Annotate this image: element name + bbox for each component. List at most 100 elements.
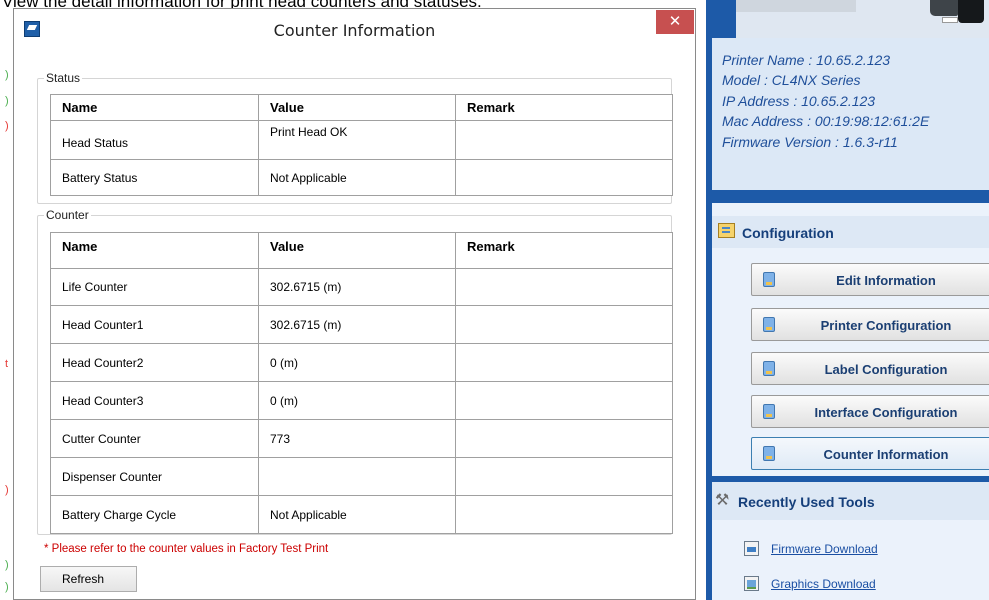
nav-button-label: Printer Configuration xyxy=(820,318,952,333)
edge-mark: ) xyxy=(5,69,9,81)
status-table: Name Value Remark Head Status Print Head… xyxy=(50,94,673,196)
tools-title: Recently Used Tools xyxy=(738,494,875,510)
cell-name: Cutter Counter xyxy=(50,419,259,458)
edge-mark: ) xyxy=(5,581,9,593)
document-icon xyxy=(763,317,775,332)
cell-name: Head Counter2 xyxy=(50,343,259,382)
counter-header-row: Name Value Remark xyxy=(50,232,673,269)
configuration-header: Configuration xyxy=(712,216,989,248)
printer-body-dark xyxy=(958,0,984,23)
edge-mark: t xyxy=(5,358,9,370)
printer-image xyxy=(736,0,989,38)
cell-name: Head Status xyxy=(50,120,259,160)
mac-address: Mac Address : 00:19:98:12:61:2E xyxy=(722,113,930,129)
sidebar: Printer Name : 10.65.2.123 Model : CL4NX… xyxy=(706,0,989,600)
nav-button-label: Edit Information xyxy=(836,273,936,288)
firmware-download-link[interactable]: Firmware Download xyxy=(771,542,878,556)
document-icon xyxy=(763,404,775,419)
column-header-name: Name xyxy=(50,232,259,269)
firmware-version: Firmware Version : 1.6.3-r11 xyxy=(722,134,898,150)
cell-name: Dispenser Counter xyxy=(50,457,259,496)
document-icon xyxy=(763,446,775,461)
close-button[interactable]: ✕ xyxy=(656,10,694,34)
printer-image-background xyxy=(736,0,856,12)
printer-label-sticker xyxy=(942,17,958,23)
table-row[interactable]: Dispenser Counter xyxy=(50,457,673,496)
cell-remark xyxy=(455,268,673,306)
configuration-title: Configuration xyxy=(742,225,834,241)
printer-name: Printer Name : 10.65.2.123 xyxy=(722,52,891,68)
factory-test-print-note: * Please refer to the counter values in … xyxy=(44,543,329,555)
nav-button-label: Interface Configuration xyxy=(814,405,958,420)
counter-information-button[interactable]: Counter Information xyxy=(751,437,989,470)
dialog-title: Counter Information xyxy=(273,21,436,40)
cell-name: Life Counter xyxy=(50,268,259,306)
cell-remark xyxy=(455,305,673,344)
configuration-icon xyxy=(718,223,735,238)
graphics-download-icon xyxy=(744,576,759,591)
cell-remark xyxy=(455,419,673,458)
counter-group-label: Counter xyxy=(46,208,89,222)
cell-name: Battery Status xyxy=(50,159,259,196)
edge-mark: ) xyxy=(5,559,9,571)
table-row[interactable]: Head Counter3 0 (m) xyxy=(50,381,673,420)
edge-mark: ) xyxy=(5,95,9,107)
firmware-download-icon xyxy=(744,541,759,556)
cell-value: 0 (m) xyxy=(258,381,456,420)
table-row[interactable]: Cutter Counter 773 xyxy=(50,419,673,458)
refresh-button[interactable]: Refresh xyxy=(40,566,137,592)
document-icon xyxy=(763,272,775,287)
cell-remark xyxy=(455,343,673,382)
column-header-value: Value xyxy=(258,94,456,121)
status-header-row: Name Value Remark xyxy=(50,94,673,121)
cell-remark xyxy=(455,120,673,160)
cell-value: 302.6715 (m) xyxy=(258,305,456,344)
table-row[interactable]: Head Counter1 302.6715 (m) xyxy=(50,305,673,344)
graphics-download-link[interactable]: Graphics Download xyxy=(771,577,876,591)
cell-value: Not Applicable xyxy=(258,159,456,196)
edit-information-button[interactable]: Edit Information xyxy=(751,263,989,296)
edge-mark: ) xyxy=(5,120,9,132)
counter-information-dialog: Counter Information ✕ Status Name Value … xyxy=(13,8,696,600)
ip-address: IP Address : 10.65.2.123 xyxy=(722,93,876,109)
cell-value xyxy=(258,457,456,496)
label-configuration-button[interactable]: Label Configuration xyxy=(751,352,989,385)
table-row[interactable]: Battery Status Not Applicable xyxy=(50,159,673,196)
column-header-remark: Remark xyxy=(455,94,673,121)
column-header-value: Value xyxy=(258,232,456,269)
cell-value: 0 (m) xyxy=(258,343,456,382)
printer-model: Model : CL4NX Series xyxy=(722,72,861,88)
interface-configuration-button[interactable]: Interface Configuration xyxy=(751,395,989,428)
edge-mark: ) xyxy=(5,484,9,496)
cell-value: 773 xyxy=(258,419,456,458)
nav-button-label: Label Configuration xyxy=(824,362,948,377)
dialog-titlebar[interactable]: Counter Information ✕ xyxy=(14,9,695,47)
column-header-name: Name xyxy=(50,94,259,121)
printer-body xyxy=(930,0,958,16)
cell-name: Head Counter1 xyxy=(50,305,259,344)
cell-value: 302.6715 (m) xyxy=(258,268,456,306)
table-row[interactable]: Head Status Print Head OK xyxy=(50,120,673,160)
table-row[interactable]: Battery Charge Cycle Not Applicable xyxy=(50,495,673,534)
screenshot: View the detail information for print he… xyxy=(0,0,989,600)
column-header-remark: Remark xyxy=(455,232,673,269)
cell-remark xyxy=(455,457,673,496)
cell-name: Battery Charge Cycle xyxy=(50,495,259,534)
cell-value: Not Applicable xyxy=(258,495,456,534)
cell-remark xyxy=(455,159,673,196)
table-row[interactable]: Head Counter2 0 (m) xyxy=(50,343,673,382)
cell-remark xyxy=(455,381,673,420)
status-group-label: Status xyxy=(46,71,81,85)
tools-icon: ⚒ xyxy=(715,490,730,509)
tools-header: ⚒ Recently Used Tools xyxy=(712,482,989,520)
printer-info-box: Printer Name : 10.65.2.123 Model : CL4NX… xyxy=(712,38,989,190)
nav-button-label: Counter Information xyxy=(823,447,949,462)
printer-configuration-button[interactable]: Printer Configuration xyxy=(751,308,989,341)
document-icon xyxy=(763,361,775,376)
counter-table: Name Value Remark Life Counter 302.6715 … xyxy=(50,232,673,534)
recently-used-tools-panel: ⚒ Recently Used Tools Firmware Download … xyxy=(712,482,989,600)
cell-name: Head Counter3 xyxy=(50,381,259,420)
table-row[interactable]: Life Counter 302.6715 (m) xyxy=(50,268,673,306)
configuration-panel: Configuration Edit Information Printer C… xyxy=(712,203,989,476)
left-edge-markers: ) ) ) t ) ) ) xyxy=(0,0,12,600)
